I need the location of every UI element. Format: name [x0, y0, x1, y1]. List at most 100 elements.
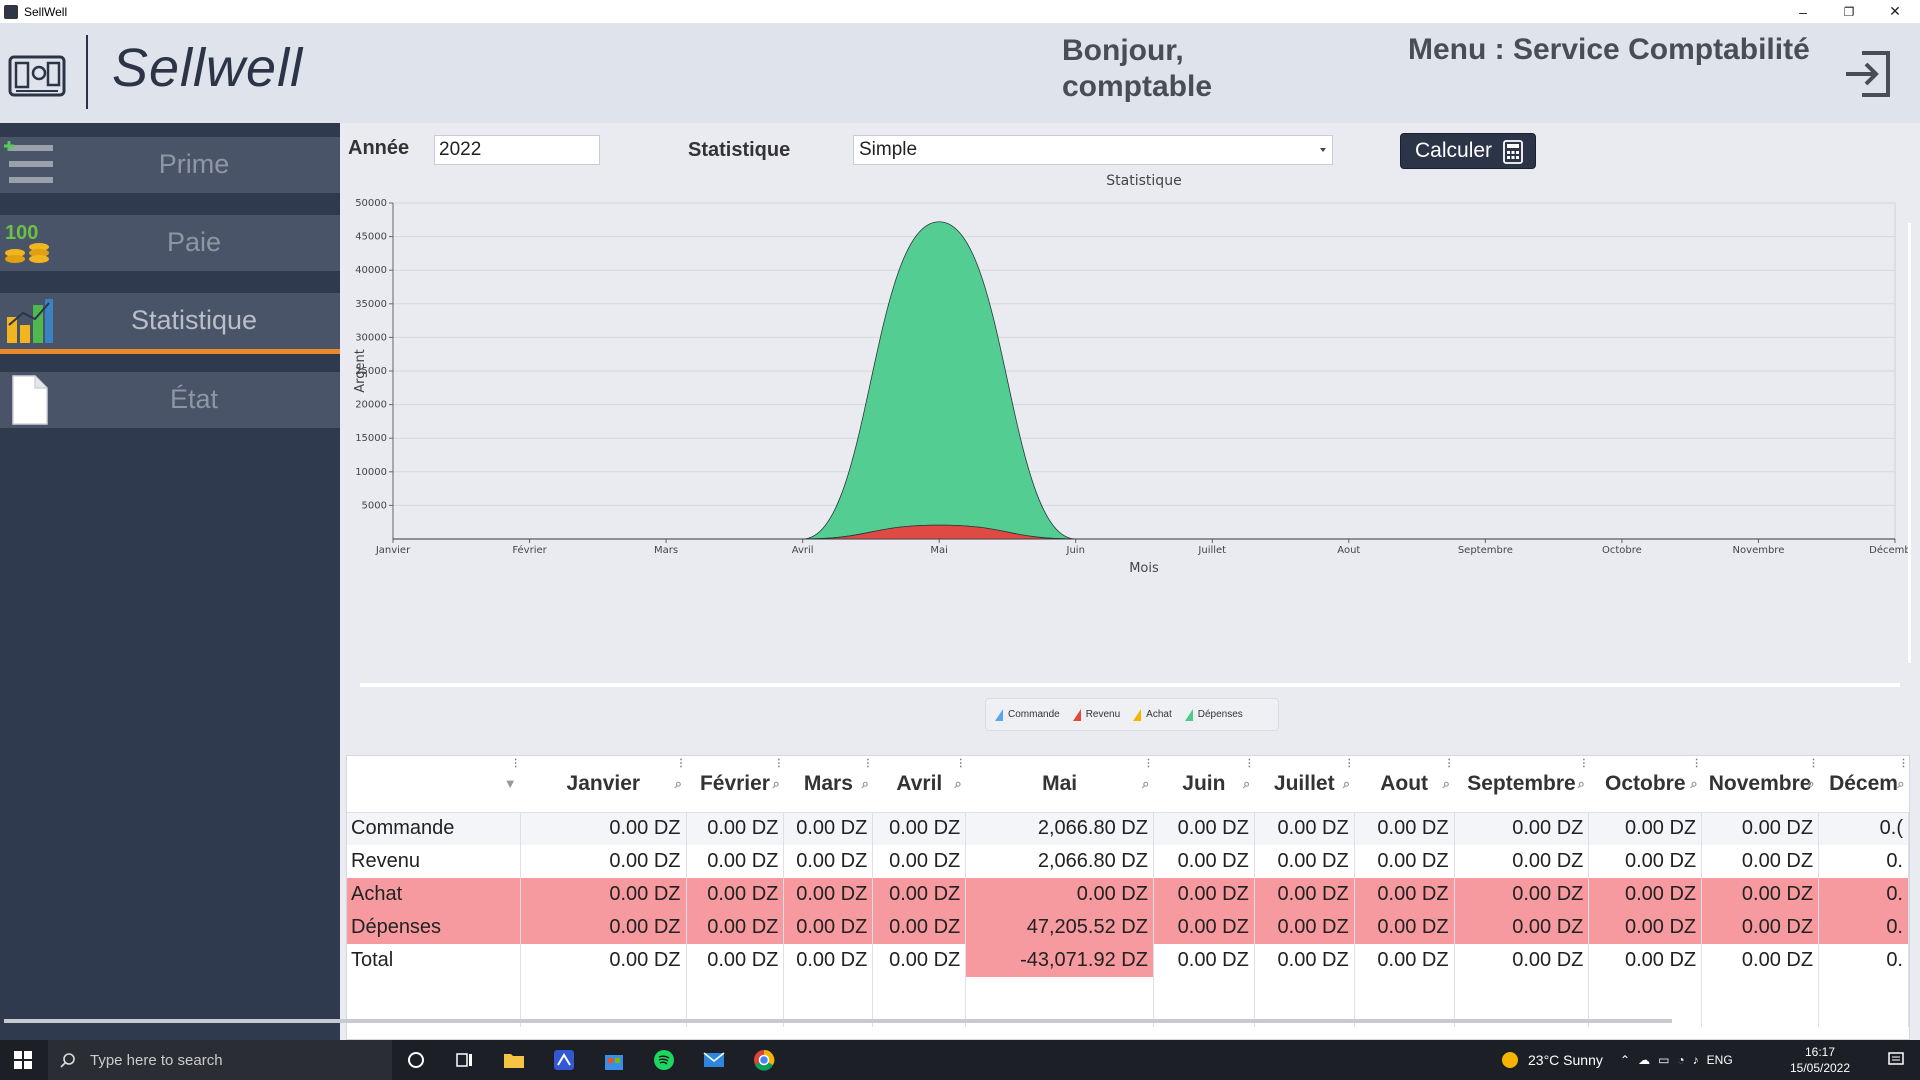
chevron-up-icon[interactable]: ⌃: [1620, 1053, 1630, 1067]
restore-icon[interactable]: ❐: [1826, 0, 1872, 23]
sidebar-item-statistique[interactable]: Statistique: [0, 293, 340, 354]
table-row[interactable]: Total 0.00 DZ 0.00 DZ 0.00 DZ 0.00 DZ -43,071…: [347, 944, 1909, 977]
column-resize-icon[interactable]: ⋮: [863, 758, 873, 769]
search-icon[interactable]: ⌕: [773, 776, 780, 792]
column-resize-icon[interactable]: ⋮: [1809, 758, 1819, 769]
table-cell: 0.00 DZ: [686, 845, 785, 878]
sidebar-item-paie[interactable]: 100 Paie: [0, 215, 340, 271]
table-cell: 0.: [1818, 845, 1909, 878]
clock-time: 16:17: [1804, 1045, 1836, 1059]
column-resize-icon[interactable]: ⋮: [1692, 758, 1702, 769]
table-row[interactable]: Dépenses 0.00 DZ 0.00 DZ 0.00 DZ 0.00 DZ 47,2…: [347, 911, 1909, 944]
vscode-app-icon[interactable]: [550, 1046, 578, 1074]
volume-icon[interactable]: ♪: [1693, 1053, 1699, 1067]
table-cell: 0.00 DZ: [1454, 812, 1590, 845]
onedrive-icon[interactable]: ☁: [1638, 1053, 1650, 1067]
chrome-logo-icon: [754, 1049, 775, 1071]
search-icon[interactable]: ⌕: [1897, 776, 1904, 792]
table-row[interactable]: Achat 0.00 DZ 0.00 DZ 0.00 DZ 0.00 DZ 0.00 DZ…: [347, 878, 1909, 911]
column-header[interactable]: Décem ⌕ ⋮: [1818, 756, 1909, 813]
column-header[interactable]: Septembre ⌕ ⋮: [1454, 756, 1589, 813]
table-cell: 0.00 DZ: [1701, 878, 1820, 911]
table-row[interactable]: Revenu 0.00 DZ 0.00 DZ 0.00 DZ 0.00 DZ 2,066.…: [347, 845, 1909, 878]
table-cell: 0.00 DZ: [872, 944, 967, 977]
column-resize-icon[interactable]: ⋮: [1899, 758, 1909, 769]
column-header[interactable]: Avril ⌕ ⋮: [872, 756, 966, 813]
search-icon[interactable]: ⌕: [1142, 776, 1149, 792]
column-header[interactable]: Janvier ⌕ ⋮: [520, 756, 687, 813]
column-header[interactable]: Juillet ⌕ ⋮: [1254, 756, 1355, 813]
table-cell: 0.00 DZ: [1153, 944, 1255, 977]
start-button[interactable]: [0, 1040, 46, 1080]
column-resize-icon[interactable]: ⋮: [676, 758, 686, 769]
notifications-icon[interactable]: [1882, 1046, 1910, 1074]
column-resize-icon[interactable]: ⋮: [1579, 758, 1589, 769]
logout-icon[interactable]: [1840, 47, 1894, 101]
search-icon[interactable]: ⌕: [1443, 776, 1450, 792]
close-icon[interactable]: ✕: [1872, 0, 1918, 23]
search-icon[interactable]: ⌕: [862, 776, 869, 792]
taskbar-clock[interactable]: 16:17 15/05/2022: [1780, 1044, 1860, 1076]
column-header[interactable]: Mars ⌕ ⋮: [783, 756, 873, 813]
column-resize-icon[interactable]: ⋮: [511, 758, 521, 769]
search-icon[interactable]: ⌕: [1343, 776, 1350, 792]
stat-type-select[interactable]: Simple: [853, 135, 1333, 165]
x-tick-label: Janvier: [375, 545, 411, 556]
legend-item[interactable]: Revenu: [1072, 708, 1120, 722]
network-icon[interactable]: ◔: [1677, 1053, 1684, 1067]
column-resize-icon[interactable]: ⋮: [1444, 758, 1454, 769]
table-row[interactable]: Commande 0.00 DZ 0.00 DZ 0.00 DZ 0.00 DZ 2,06…: [347, 812, 1909, 845]
mail-icon[interactable]: [700, 1046, 728, 1074]
language-indicator[interactable]: ENG: [1707, 1053, 1733, 1067]
search-icon[interactable]: ⌕: [1243, 776, 1250, 792]
search-icon[interactable]: ⌕: [1807, 776, 1814, 792]
column-resize-icon[interactable]: ⋮: [1244, 758, 1254, 769]
search-icon[interactable]: ⌕: [1578, 776, 1585, 792]
legend-item[interactable]: Achat: [1132, 708, 1172, 722]
legend-item[interactable]: Commande: [994, 708, 1060, 722]
search-icon[interactable]: ⌕: [955, 776, 962, 792]
table-cell: 0.00 DZ: [1454, 878, 1590, 911]
sidebar-item-etat[interactable]: État: [0, 372, 340, 428]
table-cell: 0.00 DZ: [1153, 845, 1255, 878]
y-tick-label: 30000: [355, 332, 387, 343]
spotify-icon[interactable]: [650, 1046, 678, 1074]
y-tick-label: 20000: [355, 400, 387, 411]
column-resize-icon[interactable]: ⋮: [774, 758, 784, 769]
search-icon[interactable]: ⌕: [675, 776, 682, 792]
taskbar-search[interactable]: Type here to search: [48, 1040, 392, 1080]
battery-icon[interactable]: ▭: [1658, 1053, 1669, 1067]
table-cell: 0.00 DZ: [1354, 944, 1455, 977]
column-header-label[interactable]: ▼ ⋮: [347, 756, 521, 813]
column-resize-icon[interactable]: ⋮: [1344, 758, 1354, 769]
column-header[interactable]: Aout ⌕ ⋮: [1354, 756, 1455, 813]
cortana-icon[interactable]: [402, 1046, 430, 1074]
x-tick-label: Juin: [1066, 545, 1085, 556]
calculate-button[interactable]: Calculer: [1400, 133, 1536, 169]
column-header[interactable]: Mai ⌕ ⋮: [965, 756, 1154, 813]
table-horizontal-scrollbar[interactable]: [4, 1019, 1672, 1023]
minimize-icon[interactable]: –: [1780, 0, 1826, 23]
column-header[interactable]: Novembre ⌕ ⋮: [1701, 756, 1819, 813]
column-header[interactable]: Octobre ⌕ ⋮: [1588, 756, 1702, 813]
column-header-text: Juillet: [1273, 771, 1335, 795]
sidebar-item-prime[interactable]: Prime: [0, 137, 340, 193]
column-header-text: Septembre: [1467, 771, 1576, 795]
column-header[interactable]: Juin ⌕ ⋮: [1153, 756, 1255, 813]
filter-icon[interactable]: ▼: [504, 776, 517, 791]
file-explorer-icon[interactable]: [500, 1046, 528, 1074]
search-icon[interactable]: ⌕: [1690, 776, 1697, 792]
store-icon[interactable]: [600, 1046, 628, 1074]
table-cell: 2,066.80 DZ: [965, 812, 1154, 845]
legend-label: Commande: [1008, 709, 1060, 720]
year-input[interactable]: [434, 135, 600, 165]
column-resize-icon[interactable]: ⋮: [1143, 758, 1153, 769]
column-header[interactable]: Février ⌕ ⋮: [686, 756, 784, 813]
weather-widget[interactable]: 23°C Sunny: [1500, 1040, 1603, 1080]
chart-scrollbar[interactable]: [1908, 223, 1911, 663]
legend-item[interactable]: Dépenses: [1184, 708, 1243, 722]
chrome-icon[interactable]: [750, 1046, 778, 1074]
column-resize-icon[interactable]: ⋮: [956, 758, 966, 769]
table-empty-cell: [1701, 977, 1820, 1027]
task-view-icon[interactable]: [450, 1046, 478, 1074]
